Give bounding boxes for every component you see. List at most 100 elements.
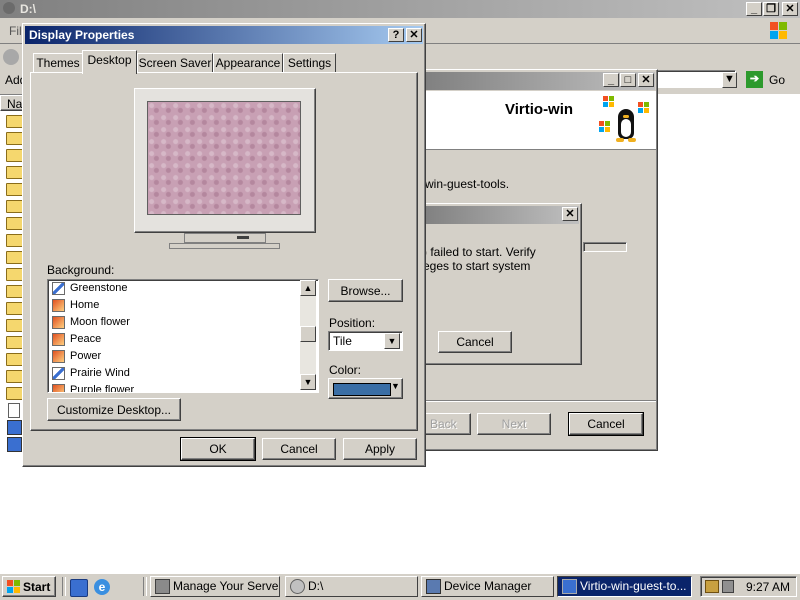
folder-icon[interactable]	[6, 183, 23, 196]
next-button[interactable]: Next	[477, 413, 551, 435]
wizard-close-button[interactable]: ✕	[638, 73, 654, 87]
folder-icon[interactable]	[6, 285, 23, 298]
clock[interactable]: 9:27 AM	[746, 580, 790, 594]
folder-icon[interactable]	[6, 166, 23, 179]
minimize-button[interactable]: _	[746, 2, 762, 16]
position-value: Tile	[333, 334, 352, 348]
background-label: Background:	[47, 263, 115, 277]
taskbar-button-device-manager[interactable]: Device Manager	[421, 576, 554, 597]
folder-icon[interactable]	[6, 302, 23, 315]
error-close-button[interactable]: ✕	[562, 207, 578, 221]
folder-icon[interactable]	[6, 353, 23, 366]
error-dialog-titlebar[interactable]	[423, 206, 579, 224]
wizard-brand: Virtio-win	[505, 101, 574, 118]
windows-flag-icon	[599, 121, 611, 133]
dialog-close-button[interactable]: ✕	[406, 28, 422, 42]
folder-icon[interactable]	[6, 149, 23, 162]
address-dropdown-button[interactable]: ▼	[722, 72, 737, 88]
wizard-minimize-button[interactable]: _	[603, 73, 619, 87]
position-select[interactable]: Tile ▼	[328, 331, 403, 351]
wizard-maximize-button[interactable]: □	[620, 73, 636, 87]
wizard-message: win-guest-tools.	[425, 177, 510, 191]
tab-settings[interactable]: Settings	[283, 53, 336, 73]
help-button[interactable]: ?	[388, 28, 404, 42]
system-tray: 9:27 AM	[700, 576, 797, 597]
folder-icon[interactable]	[6, 217, 23, 230]
explorer-title-icon	[3, 2, 15, 14]
folder-icon[interactable]	[6, 115, 23, 128]
folder-icon[interactable]	[6, 268, 23, 281]
back-button[interactable]: Back	[423, 413, 471, 435]
computer-icon	[426, 579, 441, 594]
error-line-2: eges to start system	[423, 259, 531, 273]
folder-icon[interactable]	[6, 234, 23, 247]
monitor-neck	[184, 233, 266, 243]
chevron-down-icon[interactable]: ▼	[384, 333, 400, 349]
quicklaunch-separator	[62, 577, 66, 596]
display-properties-dialog: Display Properties ? ✕ Themes Desktop Sc…	[22, 23, 426, 467]
back-arrow-icon[interactable]	[3, 49, 19, 65]
folder-icon[interactable]	[6, 387, 23, 400]
explorer-titlebar[interactable]: D:\ _ ❐ ✕	[0, 0, 800, 18]
image-icon	[52, 316, 65, 329]
folder-icon[interactable]	[6, 319, 23, 332]
scroll-down-button[interactable]: ▼	[300, 374, 316, 390]
browse-button[interactable]: Browse...	[328, 279, 403, 302]
folder-icon[interactable]	[6, 200, 23, 213]
progress-bar	[583, 242, 627, 252]
show-desktop-icon[interactable]	[70, 579, 88, 597]
color-picker-button[interactable]: ▼	[328, 378, 403, 399]
ok-button[interactable]: OK	[180, 437, 256, 461]
cancel-button[interactable]: Cancel	[262, 438, 336, 460]
apply-button[interactable]: Apply	[343, 438, 417, 460]
windows-flag-icon	[638, 102, 650, 114]
text-file-icon[interactable]	[8, 403, 20, 418]
network-icon[interactable]	[705, 580, 719, 593]
wizard-cancel-button[interactable]: Cancel	[568, 412, 644, 436]
restore-button[interactable]: ❐	[763, 2, 779, 16]
color-label: Color:	[329, 363, 362, 377]
installer-icon[interactable]	[7, 420, 22, 435]
image-icon	[52, 384, 65, 392]
error-line-1: ) failed to start. Verify	[423, 245, 536, 259]
customize-desktop-button[interactable]: Customize Desktop...	[47, 398, 181, 421]
menu-file[interactable]: Fil	[9, 24, 22, 38]
background-listbox[interactable]: Greenstone Home Moon flower Peace Power …	[47, 279, 319, 393]
error-cancel-button[interactable]: Cancel	[438, 331, 512, 353]
scroll-up-button[interactable]: ▲	[300, 280, 316, 296]
close-button[interactable]: ✕	[782, 2, 798, 16]
go-button[interactable]: ➔ Go	[746, 71, 796, 89]
image-icon	[52, 299, 65, 312]
tab-appearance[interactable]: Appearance	[213, 53, 283, 73]
color-swatch	[333, 383, 391, 396]
chevron-down-icon: ▼	[391, 381, 400, 391]
folder-icon[interactable]	[6, 251, 23, 264]
internet-explorer-icon[interactable]: e	[94, 579, 110, 595]
installer-icon[interactable]	[7, 437, 22, 452]
volume-icon[interactable]	[722, 580, 734, 593]
desktop-tab-panel: Background: Greenstone Home Moon flower …	[30, 72, 418, 431]
wizard-banner: Virtio-win	[423, 91, 656, 150]
taskbar-button-drive[interactable]: D:\	[285, 576, 418, 597]
start-button[interactable]: Start	[2, 576, 56, 597]
go-label: Go	[769, 73, 786, 87]
windows-logo-icon	[770, 22, 788, 40]
wizard-separator	[423, 400, 656, 402]
wallpaper-preview	[147, 101, 301, 215]
folder-icon[interactable]	[6, 370, 23, 383]
display-properties-titlebar[interactable]: Display Properties	[25, 26, 423, 44]
folder-icon[interactable]	[6, 132, 23, 145]
position-label: Position:	[329, 316, 376, 330]
go-arrow-icon: ➔	[746, 71, 763, 88]
tab-screen-saver[interactable]: Screen Saver	[137, 53, 213, 73]
scroll-thumb[interactable]	[300, 326, 316, 342]
taskbar-button-manage-your-server[interactable]: Manage Your Server	[150, 576, 280, 597]
tab-themes[interactable]: Themes	[33, 53, 83, 73]
folder-icon[interactable]	[6, 336, 23, 349]
taskbar-button-virtio-win[interactable]: Virtio-win-guest-to...	[557, 576, 692, 597]
installer-icon	[562, 579, 577, 594]
bitmap-icon	[52, 367, 65, 380]
monitor-preview	[134, 88, 316, 252]
listbox-scrollbar[interactable]: ▲ ▼	[300, 280, 316, 390]
tab-desktop[interactable]: Desktop	[82, 50, 137, 74]
